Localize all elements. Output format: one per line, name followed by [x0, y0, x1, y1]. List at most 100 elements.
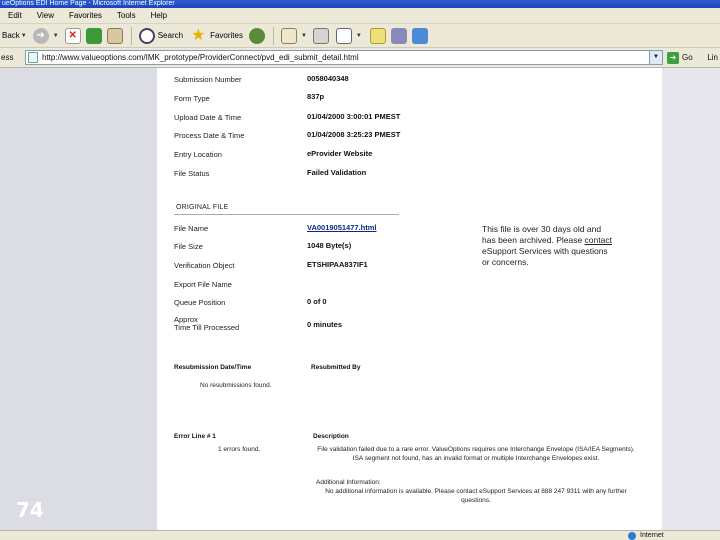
forward-icon: ➜: [32, 27, 49, 44]
address-label: ess: [1, 53, 14, 62]
discuss-button[interactable]: [369, 26, 389, 46]
field-label-entry-location: Entry Location: [174, 150, 222, 159]
address-input[interactable]: http://www.valueoptions.com/IMK_prototyp…: [25, 50, 663, 65]
research-icon: [390, 27, 407, 44]
archive-note-text-end: eSupport Services with questions or conc…: [482, 246, 608, 267]
field-value-submission-number: 0058040348: [307, 74, 349, 83]
menu-edit[interactable]: Edit: [8, 11, 22, 20]
messenger-button[interactable]: [411, 26, 431, 46]
field-label-process-date: Process Date & Time: [174, 131, 245, 140]
file-name-link[interactable]: VA0019051477.html: [307, 223, 377, 232]
home-button[interactable]: [106, 26, 126, 46]
contact-link[interactable]: contact: [585, 235, 612, 245]
favorites-button[interactable]: ★ Favorites: [191, 26, 243, 46]
errors-found-text: 1 errors found.: [218, 446, 261, 453]
archive-note: This file is over 30 days old and has be…: [482, 224, 617, 268]
field-value-upload-date: 01/04/2000 3:00:01 PMEST: [307, 112, 401, 121]
description-header: Description: [313, 433, 349, 440]
print-button[interactable]: [312, 26, 332, 46]
field-value-time-till-processed: 0 minutes: [307, 320, 343, 329]
field-label-file-name: File Name: [174, 224, 209, 233]
globe-icon: [628, 532, 636, 540]
field-value-file-status: Failed Validation: [307, 168, 367, 177]
go-button[interactable]: ➜ Go: [667, 51, 693, 64]
resubmitted-by-header: Resubmitted By: [311, 364, 361, 371]
field-label-upload-date: Upload Date & Time: [174, 113, 242, 122]
field-value-verification-object: ETSHIPAA837IF1: [307, 260, 368, 269]
address-url: http://www.valueoptions.com/IMK_prototyp…: [42, 53, 359, 62]
window-title-bar: ueOptions EDI Home Page - Microsoft Inte…: [0, 0, 720, 8]
field-label-export-file-name: Export File Name: [174, 280, 232, 289]
additional-info-header: Additional Information:: [316, 479, 381, 486]
address-bar: ess http://www.valueoptions.com/IMK_prot…: [0, 48, 720, 68]
go-arrow-icon: ➜: [667, 51, 679, 64]
toolbar-separator: [130, 26, 132, 45]
menu-tools[interactable]: Tools: [117, 11, 136, 20]
back-button[interactable]: Back ▼: [2, 26, 27, 46]
archive-note-text: This file is over 30 days old and has be…: [482, 224, 602, 245]
chevron-down-icon: ▼: [300, 32, 307, 39]
field-value-entry-location: eProvider Website: [307, 149, 373, 158]
field-value-process-date: 01/04/2008 3:25:23 PMEST: [307, 130, 401, 139]
security-zone: Internet: [628, 531, 664, 540]
field-label-verification-object: Verification Object: [174, 261, 235, 270]
discuss-icon: [369, 27, 386, 44]
edit-button[interactable]: ▼: [335, 26, 362, 46]
mail-icon: [280, 27, 297, 44]
page-icon: [28, 52, 38, 63]
stop-icon: ✕: [64, 27, 81, 44]
field-label-submission-number: Submission Number: [174, 75, 242, 84]
toolbar: Back ▼ ➜ ▼ ✕ Search ★ Favorites ▼ ▼: [0, 24, 720, 48]
error-description: File validation failed due to a rare err…: [317, 446, 635, 462]
left-margin-pane: [0, 68, 157, 530]
chevron-down-icon: ▼: [52, 32, 59, 39]
slide-number: 74: [16, 498, 44, 522]
error-line-header: Error Line # 1: [174, 433, 216, 440]
resubmission-date-header: Resubmission Date/Time: [174, 364, 252, 371]
refresh-icon: [85, 27, 102, 44]
home-icon: [106, 27, 123, 44]
search-label: Search: [157, 31, 184, 40]
menu-favorites[interactable]: Favorites: [69, 11, 102, 20]
field-label-form-type: Form Type: [174, 94, 210, 103]
zone-label: Internet: [640, 532, 664, 539]
refresh-button[interactable]: [85, 26, 105, 46]
back-label: Back: [2, 31, 20, 40]
research-button[interactable]: [390, 26, 410, 46]
window-title: ueOptions EDI Home Page - Microsoft Inte…: [2, 0, 175, 7]
additional-info-text: No additional information is available. …: [325, 488, 627, 504]
star-icon: ★: [191, 26, 206, 44]
field-label-queue-position: Queue Position: [174, 298, 226, 307]
menu-view[interactable]: View: [37, 11, 54, 20]
search-button[interactable]: Search: [138, 26, 184, 46]
messenger-icon: [411, 27, 428, 44]
favorites-label: Favorites: [210, 31, 243, 40]
print-icon: [312, 27, 329, 44]
forward-button[interactable]: ➜ ▼: [32, 26, 59, 46]
history-button[interactable]: [248, 26, 268, 46]
no-resubmissions-text: No resubmissions found.: [200, 382, 272, 389]
menu-help[interactable]: Help: [151, 11, 167, 20]
edit-icon: [335, 27, 352, 44]
chevron-down-icon: ▼: [20, 32, 27, 39]
status-bar: Internet: [0, 530, 720, 540]
field-label-file-size: File Size: [174, 242, 203, 251]
field-value-file-size: 1048 Byte(s): [307, 241, 352, 250]
section-divider: [174, 214, 399, 215]
toolbar-separator: [272, 26, 274, 45]
menu-bar: Edit View Favorites Tools Help: [0, 8, 720, 24]
go-label: Go: [682, 53, 693, 62]
field-value-form-type: 837p: [307, 92, 325, 101]
links-button[interactable]: Lin: [707, 53, 718, 62]
chevron-down-icon: ▼: [355, 32, 362, 39]
field-label-time-till-processed: Approx Time Till Processed: [174, 315, 240, 332]
mail-button[interactable]: ▼: [280, 26, 307, 46]
original-file-heading: ORIGINAL FILE: [176, 204, 229, 211]
field-label-file-status: File Status: [174, 169, 210, 178]
field-value-queue-position: 0 of 0: [307, 297, 327, 306]
right-margin-pane: [662, 68, 720, 530]
search-icon: [138, 27, 155, 44]
chevron-down-icon[interactable]: ▼: [649, 51, 662, 64]
history-icon: [248, 27, 265, 44]
stop-button[interactable]: ✕: [64, 26, 84, 46]
